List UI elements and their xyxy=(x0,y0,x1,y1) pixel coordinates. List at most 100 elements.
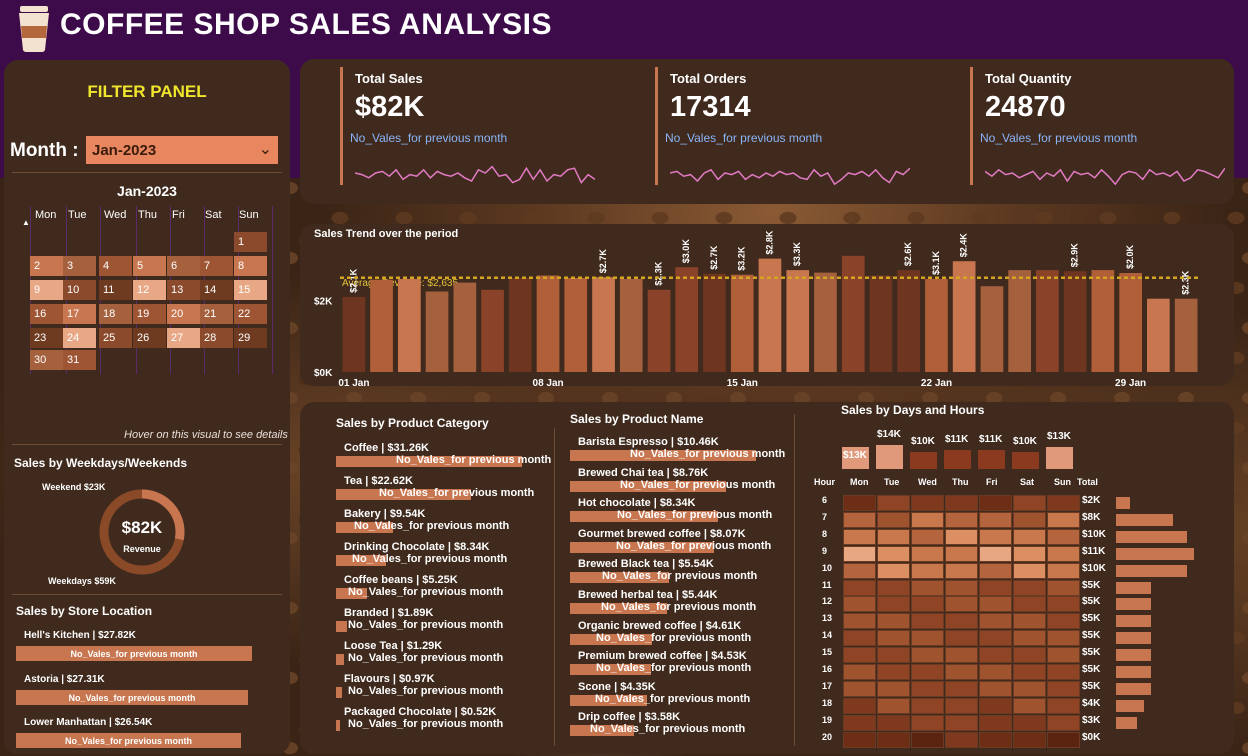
calendar-day[interactable]: 3 xyxy=(63,256,96,276)
trend-bar[interactable] xyxy=(592,277,615,372)
heatmap-cell[interactable] xyxy=(1013,580,1046,596)
heatmap-cell[interactable] xyxy=(945,529,978,545)
calendar-day[interactable]: 27 xyxy=(167,328,200,348)
heatmap-cell[interactable] xyxy=(945,664,978,680)
heatmap-cell[interactable] xyxy=(911,596,944,612)
trend-bar[interactable] xyxy=(675,267,699,372)
heatmap-cell[interactable] xyxy=(877,529,910,545)
chevron-down-icon[interactable]: ⌄ xyxy=(259,139,272,159)
heatmap-cell[interactable] xyxy=(979,580,1012,596)
heatmap-cell[interactable] xyxy=(979,529,1012,545)
hour-total-bar[interactable] xyxy=(1116,683,1151,695)
trend-bar[interactable] xyxy=(370,279,393,372)
kpi-card[interactable]: Total Orders 17314 No_Vales_for previous m… xyxy=(655,67,955,186)
product-bar[interactable] xyxy=(336,720,340,731)
heatmap-cell[interactable] xyxy=(843,546,876,562)
heatmap-cell[interactable] xyxy=(1047,580,1080,596)
heatmap-cell[interactable] xyxy=(911,512,944,528)
heatmap-cell[interactable] xyxy=(945,596,978,612)
product-bar[interactable] xyxy=(336,687,342,698)
trend-bar[interactable] xyxy=(481,289,504,372)
trend-bar[interactable] xyxy=(925,279,948,372)
heatmap-cell[interactable] xyxy=(877,732,910,748)
hour-total-bar[interactable] xyxy=(1116,497,1130,509)
trend-bar[interactable] xyxy=(980,286,1004,372)
heatmap-cell[interactable] xyxy=(843,563,876,579)
store-bar[interactable]: No_Vales_for previous month xyxy=(16,690,248,705)
heatmap-cell[interactable] xyxy=(979,630,1012,646)
calendar-day[interactable]: 26 xyxy=(133,328,166,348)
heatmap-cell[interactable] xyxy=(877,596,910,612)
trend-bar[interactable] xyxy=(730,274,754,372)
trend-bar[interactable] xyxy=(758,258,782,372)
product-bar[interactable] xyxy=(336,654,344,665)
heatmap-cell[interactable] xyxy=(877,647,910,663)
product-bar[interactable] xyxy=(336,621,347,632)
heatmap-cell[interactable] xyxy=(843,647,876,663)
store-bar[interactable]: No_Vales_for previous month xyxy=(16,733,241,748)
heatmap-cell[interactable] xyxy=(877,546,910,562)
heatmap-cell[interactable] xyxy=(945,681,978,697)
day-total-bar[interactable] xyxy=(910,452,937,469)
store-bar[interactable]: No_Vales_for previous month xyxy=(16,646,252,661)
heatmap-cell[interactable] xyxy=(877,664,910,680)
heatmap-cell[interactable] xyxy=(1047,529,1080,545)
heatmap-cell[interactable] xyxy=(843,529,876,545)
heatmap-cell[interactable] xyxy=(877,630,910,646)
heatmap-cell[interactable] xyxy=(1013,647,1046,663)
heatmap-cell[interactable] xyxy=(1047,630,1080,646)
heatmap-cell[interactable] xyxy=(979,563,1012,579)
heatmap-cell[interactable] xyxy=(1047,596,1080,612)
trend-bar[interactable] xyxy=(425,291,449,373)
heatmap-cell[interactable] xyxy=(877,495,910,511)
calendar-day[interactable]: 9 xyxy=(30,280,63,300)
hour-total-bar[interactable] xyxy=(1116,717,1137,729)
heatmap-cell[interactable] xyxy=(945,647,978,663)
calendar-day[interactable]: 7 xyxy=(200,256,233,276)
hour-total-bar[interactable] xyxy=(1116,649,1151,661)
calendar-day[interactable]: 29 xyxy=(234,328,267,348)
heatmap-cell[interactable] xyxy=(1047,664,1080,680)
heatmap-cell[interactable] xyxy=(1013,546,1046,562)
kpi-card[interactable]: Total Quantity 24870 No_Vales_for previous… xyxy=(970,67,1248,186)
calendar-day[interactable]: 21 xyxy=(200,304,233,324)
heatmap-cell[interactable] xyxy=(979,732,1012,748)
calendar-day[interactable]: 19 xyxy=(133,304,166,324)
heatmap-cell[interactable] xyxy=(945,495,978,511)
heatmap-cell[interactable] xyxy=(945,613,978,629)
heatmap-cell[interactable] xyxy=(1047,698,1080,714)
calendar-day[interactable]: 8 xyxy=(234,256,267,276)
heatmap-cell[interactable] xyxy=(911,546,944,562)
day-total-bar[interactable] xyxy=(944,450,971,469)
heatmap-cell[interactable] xyxy=(877,698,910,714)
heatmap-cell[interactable] xyxy=(1047,732,1080,748)
heatmap-cell[interactable] xyxy=(979,613,1012,629)
heatmap-cell[interactable] xyxy=(979,664,1012,680)
heatmap-cell[interactable] xyxy=(1047,647,1080,663)
heatmap-cell[interactable] xyxy=(911,529,944,545)
day-total-bar[interactable] xyxy=(1046,447,1073,469)
trend-bar[interactable] xyxy=(703,273,726,372)
heatmap-cell[interactable] xyxy=(945,732,978,748)
day-total-bar[interactable] xyxy=(978,450,1005,469)
heatmap-cell[interactable] xyxy=(877,512,910,528)
heatmap-cell[interactable] xyxy=(945,563,978,579)
calendar-day[interactable]: 18 xyxy=(99,304,132,324)
trend-bar[interactable] xyxy=(536,275,560,373)
trend-bar[interactable] xyxy=(398,279,421,372)
trend-bar[interactable] xyxy=(869,275,893,373)
hour-total-bar[interactable] xyxy=(1116,514,1173,526)
heatmap-cell[interactable] xyxy=(843,732,876,748)
heatmap-cell[interactable] xyxy=(1047,546,1080,562)
day-total-bar[interactable] xyxy=(1012,452,1039,469)
trend-bar[interactable] xyxy=(647,289,671,372)
calendar-day[interactable]: 12 xyxy=(133,280,166,300)
heatmap-cell[interactable] xyxy=(979,698,1012,714)
heatmap-cell[interactable] xyxy=(843,715,876,731)
heatmap-cell[interactable] xyxy=(911,664,944,680)
heatmap-cell[interactable] xyxy=(1047,715,1080,731)
heatmap-cell[interactable] xyxy=(945,698,978,714)
hour-total-bar[interactable] xyxy=(1116,632,1151,644)
calendar-day[interactable]: 31 xyxy=(63,350,96,370)
heatmap-cell[interactable] xyxy=(877,580,910,596)
